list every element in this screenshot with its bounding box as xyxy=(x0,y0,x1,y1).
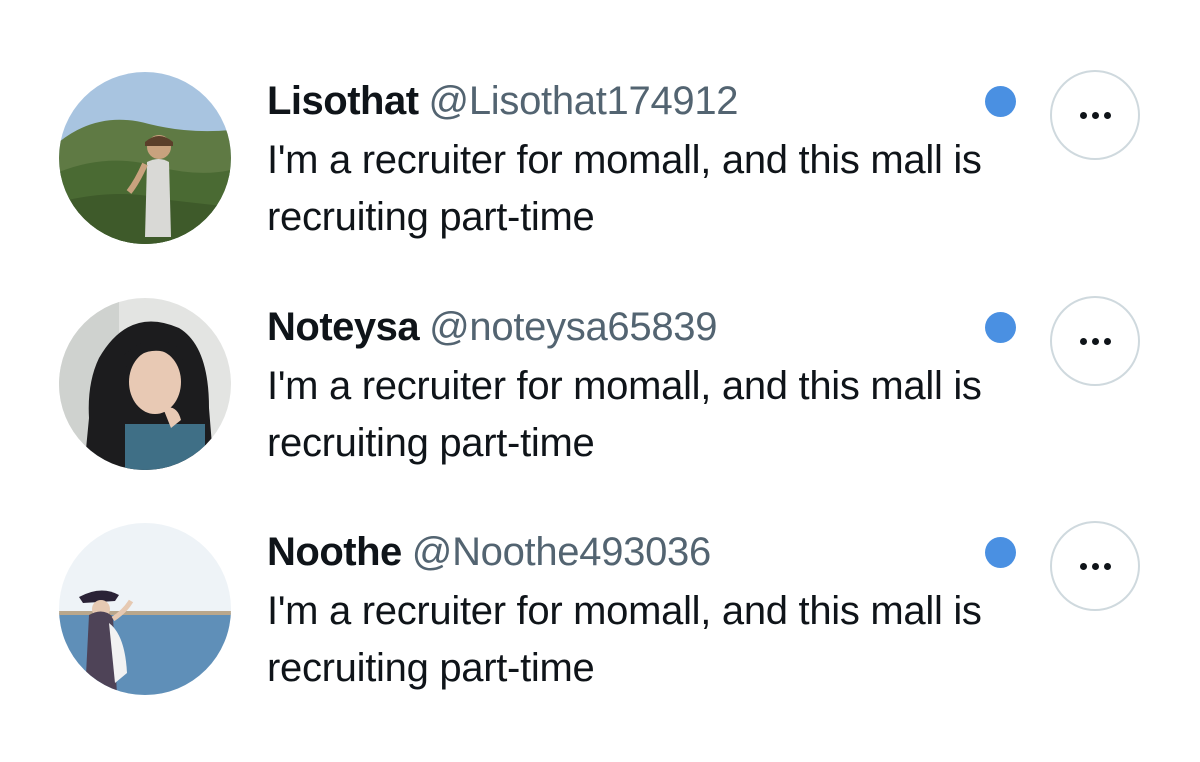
more-horizontal-icon xyxy=(1052,72,1138,158)
account-row[interactable]: Noteysa @noteysa65839 I'm a recruiter for… xyxy=(0,296,1200,521)
avatar-photo-woman-lake xyxy=(59,523,231,695)
more-options-button[interactable] xyxy=(1050,70,1140,160)
avatar[interactable] xyxy=(59,298,231,470)
more-horizontal-icon xyxy=(1052,523,1138,609)
account-suggestion-list: Lisothat @Lisothat174912 I'm a recruiter … xyxy=(0,0,1200,762)
more-options-button[interactable] xyxy=(1050,296,1140,386)
user-handle[interactable]: @Lisothat174912 xyxy=(429,79,739,123)
user-handle[interactable]: @noteysa65839 xyxy=(429,305,717,349)
avatar-photo-woman-portrait xyxy=(59,298,231,470)
account-row[interactable]: Lisothat @Lisothat174912 I'm a recruiter … xyxy=(0,70,1200,295)
account-info: Lisothat @Lisothat174912 I'm a recruiter … xyxy=(267,70,1027,246)
account-info: Noteysa @noteysa65839 I'm a recruiter for… xyxy=(267,296,1027,472)
display-name[interactable]: Noteysa xyxy=(267,305,420,349)
user-handle[interactable]: @Noothe493036 xyxy=(412,530,711,574)
display-name[interactable]: Lisothat xyxy=(267,79,419,123)
avatar[interactable] xyxy=(59,72,231,244)
account-header: Lisothat @Lisothat174912 xyxy=(267,70,1027,132)
unread-dot-icon xyxy=(985,86,1016,117)
more-horizontal-icon xyxy=(1052,298,1138,384)
account-bio: I'm a recruiter for momall, and this mal… xyxy=(267,589,982,690)
account-info: Noothe @Noothe493036 I'm a recruiter for … xyxy=(267,521,1027,697)
account-header: Noteysa @noteysa65839 xyxy=(267,296,1027,358)
display-name[interactable]: Noothe xyxy=(267,530,402,574)
unread-dot-icon xyxy=(985,312,1016,343)
avatar-photo-woman-hiking xyxy=(59,72,231,244)
more-options-button[interactable] xyxy=(1050,521,1140,611)
account-bio: I'm a recruiter for momall, and this mal… xyxy=(267,138,982,239)
account-header: Noothe @Noothe493036 xyxy=(267,521,1027,583)
account-row[interactable]: Noothe @Noothe493036 I'm a recruiter for … xyxy=(0,521,1200,746)
account-bio: I'm a recruiter for momall, and this mal… xyxy=(267,364,982,465)
unread-dot-icon xyxy=(985,537,1016,568)
avatar[interactable] xyxy=(59,523,231,695)
